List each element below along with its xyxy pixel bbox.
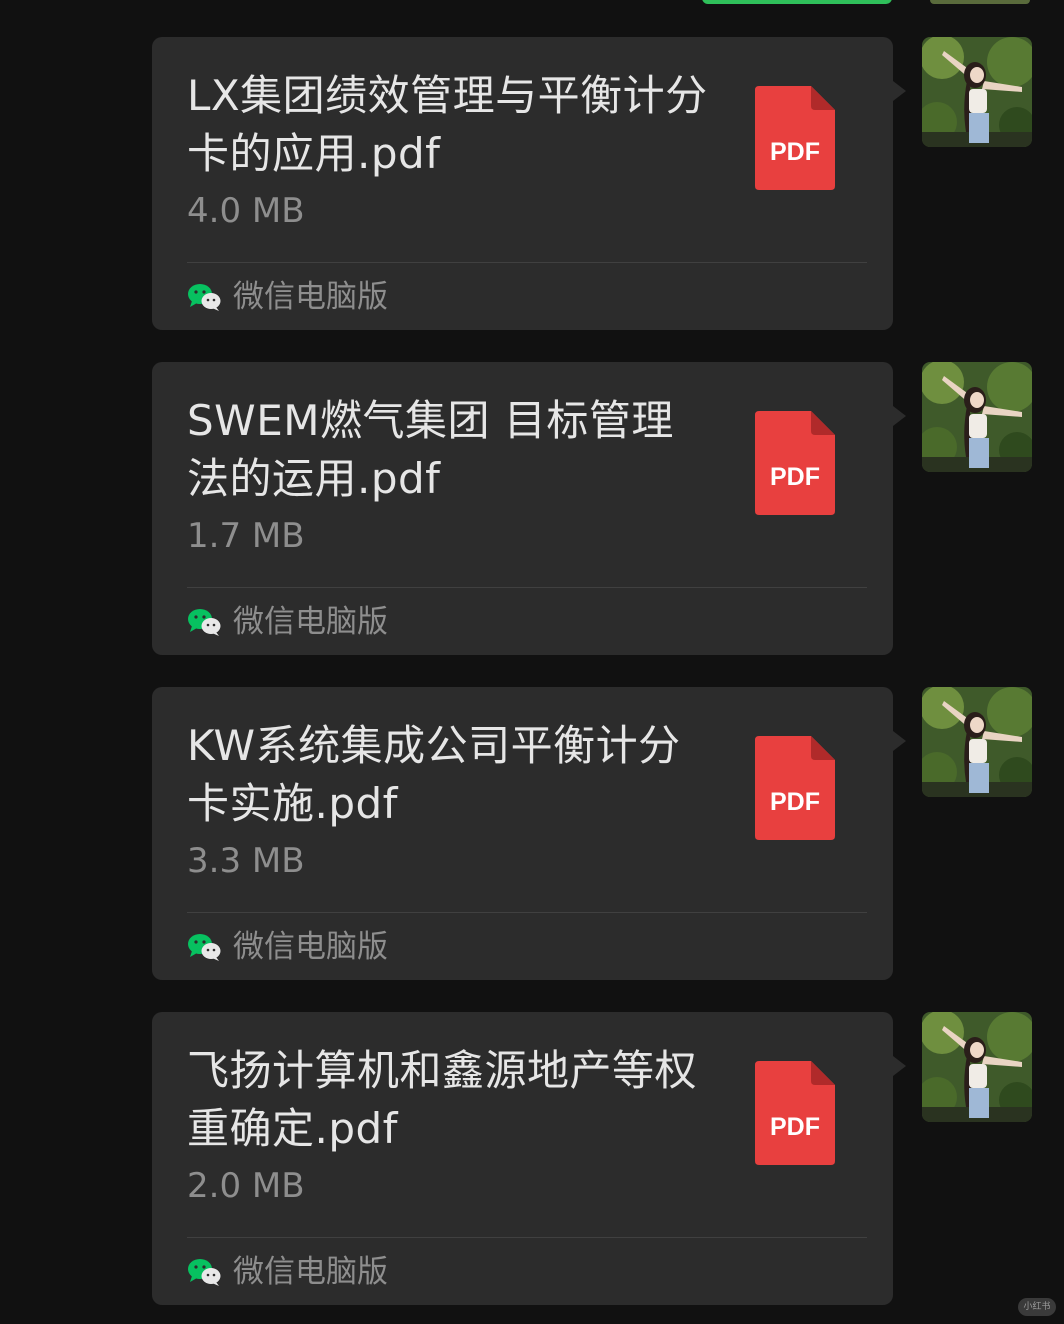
avatar[interactable] [922, 362, 1032, 472]
previous-avatar[interactable] [930, 0, 1030, 4]
file-size: 3.3 MB [187, 841, 305, 881]
file-name: 飞扬计算机和鑫源地产等权重确定.pdf [187, 1046, 698, 1153]
file-message-row: SWEM燃气集团 目标管理法的运用.pdf 1.7 MB PDF 微信电脑版 [0, 362, 1064, 656]
divider [187, 912, 867, 913]
wechat-logo-icon [188, 934, 221, 961]
file-name: KW系统集成公司平衡计分卡实施.pdf [187, 721, 681, 828]
source-row: 微信电脑版 [187, 602, 388, 642]
pdf-file-icon: PDF [755, 736, 835, 840]
divider [187, 262, 867, 263]
source-row: 微信电脑版 [187, 927, 388, 967]
pdf-file-icon: PDF [755, 411, 835, 515]
source-row: 微信电脑版 [187, 1252, 388, 1292]
wechat-logo-icon [188, 1259, 221, 1286]
wechat-logo-icon [188, 284, 221, 311]
pdf-file-icon: PDF [755, 1061, 835, 1165]
divider [187, 587, 867, 588]
pdf-file-icon: PDF [755, 86, 835, 190]
pdf-label: PDF [770, 138, 820, 166]
file-name: LX集团绩效管理与平衡计分卡的应用.pdf [187, 71, 708, 178]
source-label: 微信电脑版 [233, 1254, 388, 1290]
file-size: 4.0 MB [187, 191, 305, 231]
source-label: 微信电脑版 [233, 929, 388, 965]
file-message-bubble[interactable]: SWEM燃气集团 目标管理法的运用.pdf 1.7 MB PDF 微信电脑版 [152, 362, 893, 655]
source-row: 微信电脑版 [187, 277, 388, 317]
bubble-tail [893, 731, 906, 751]
pdf-label: PDF [770, 1113, 820, 1141]
previous-message-bubble[interactable] [702, 0, 892, 4]
file-message-row: LX集团绩效管理与平衡计分卡的应用.pdf 4.0 MB PDF 微信电脑版 [0, 37, 1064, 331]
file-size: 2.0 MB [187, 1166, 305, 1206]
file-name: SWEM燃气集团 目标管理法的运用.pdf [187, 396, 674, 503]
bubble-tail [893, 81, 906, 101]
file-message-bubble[interactable]: 飞扬计算机和鑫源地产等权重确定.pdf 2.0 MB PDF 微信电脑版 [152, 1012, 893, 1305]
divider [187, 1237, 867, 1238]
file-size: 1.7 MB [187, 516, 305, 556]
bubble-tail [893, 1056, 906, 1076]
file-message-bubble[interactable]: LX集团绩效管理与平衡计分卡的应用.pdf 4.0 MB PDF 微信电脑版 [152, 37, 893, 330]
pdf-label: PDF [770, 788, 820, 816]
file-message-row: 飞扬计算机和鑫源地产等权重确定.pdf 2.0 MB PDF 微信电脑版 [0, 1012, 1064, 1306]
file-message-bubble[interactable]: KW系统集成公司平衡计分卡实施.pdf 3.3 MB PDF 微信电脑版 [152, 687, 893, 980]
source-label: 微信电脑版 [233, 279, 388, 315]
source-label: 微信电脑版 [233, 604, 388, 640]
avatar[interactable] [922, 687, 1032, 797]
avatar[interactable] [922, 37, 1032, 147]
chat-screen: LX集团绩效管理与平衡计分卡的应用.pdf 4.0 MB PDF 微信电脑版 S… [0, 0, 1064, 1324]
wechat-logo-icon [188, 609, 221, 636]
avatar[interactable] [922, 1012, 1032, 1122]
bubble-tail [893, 406, 906, 426]
pdf-label: PDF [770, 463, 820, 491]
watermark: 小红书 [1018, 1298, 1056, 1316]
file-message-row: KW系统集成公司平衡计分卡实施.pdf 3.3 MB PDF 微信电脑版 [0, 687, 1064, 981]
